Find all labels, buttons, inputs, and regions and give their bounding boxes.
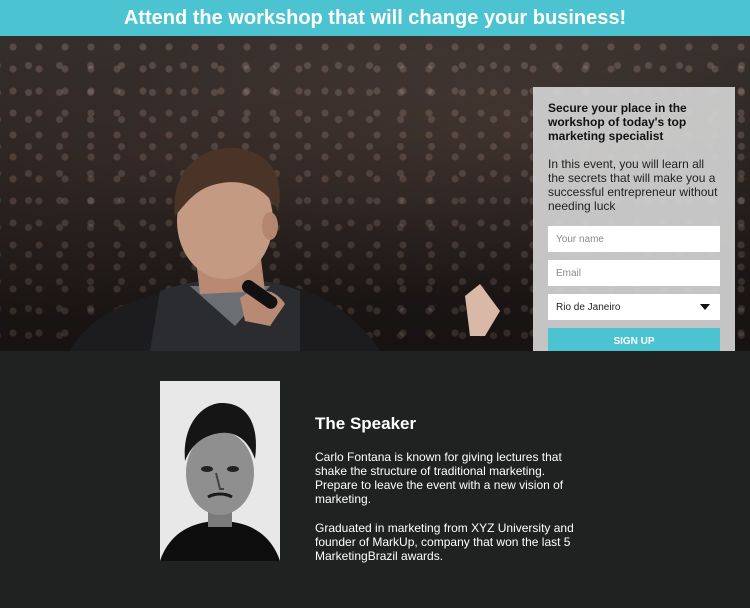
email-field[interactable] xyxy=(548,260,720,286)
speaker-heading: The Speaker xyxy=(315,414,417,433)
city-select-value: Rio de Janeiro xyxy=(556,301,621,313)
banner-title: Attend the workshop that will change you… xyxy=(123,7,627,29)
form-title: Secure your place in the workshop of tod… xyxy=(548,101,687,143)
hero-section: Secure your place in the workshop of tod… xyxy=(0,36,750,351)
speaker-portrait xyxy=(160,381,280,561)
caret-down-icon xyxy=(700,304,710,310)
name-field[interactable] xyxy=(548,226,720,252)
signup-button[interactable]: SIGN UP xyxy=(548,328,720,351)
speaker-bio-1: Carlo Fontana is known for giving lectur… xyxy=(315,450,564,506)
header-banner: Attend the workshop that will change you… xyxy=(0,0,750,36)
city-select[interactable]: Rio de Janeiro xyxy=(548,294,720,320)
speaker-bio-2: Graduated in marketing from XYZ Universi… xyxy=(315,521,574,563)
speaker-section: The Speaker Carlo Fontana is known for g… xyxy=(0,351,750,608)
speaker-portrait-image xyxy=(160,381,280,561)
form-description: In this event, you will learn all the se… xyxy=(548,157,718,213)
signup-form: Secure your place in the workshop of tod… xyxy=(533,87,735,351)
